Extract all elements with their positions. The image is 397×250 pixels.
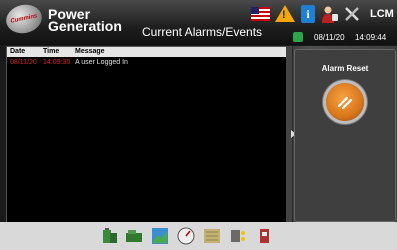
cummins-logo: Cummins — [3, 1, 45, 37]
column-time: Time — [43, 48, 60, 55]
map-icon[interactable] — [202, 226, 222, 246]
us-flag-icon[interactable] — [251, 7, 270, 21]
header-date: 08/11/20 — [314, 33, 345, 42]
row-date: 08/11/20 — [10, 59, 37, 66]
logo-text: Cummins — [10, 13, 38, 25]
info-icon[interactable]: i — [301, 5, 315, 23]
brand-name: Power Generation — [48, 7, 122, 34]
device-label: LCM — [370, 8, 394, 20]
side-panel: Alarm Reset — [286, 46, 397, 222]
warning-mark: ! — [282, 9, 286, 21]
row-message: A user Logged In — [75, 59, 128, 66]
event-log[interactable]: Date Time Message 08/11/20 14:09:30 A us… — [6, 46, 287, 224]
alarm-reset-panel: Alarm Reset — [294, 49, 396, 222]
generator-icon[interactable] — [124, 226, 144, 246]
switch-icon[interactable] — [254, 226, 274, 246]
header: Cummins Power Generation Current Alarms/… — [0, 0, 397, 45]
gauge-icon[interactable] — [176, 226, 196, 246]
status-icon — [293, 32, 303, 42]
page-title: Current Alarms/Events — [142, 25, 263, 39]
bottom-toolbar — [0, 222, 397, 250]
screen: Cummins Power Generation Current Alarms/… — [0, 0, 397, 250]
user-icon[interactable] — [321, 5, 339, 23]
reset-icon — [337, 96, 353, 110]
trend-chart-icon[interactable] — [150, 226, 170, 246]
column-date: Date — [10, 48, 26, 55]
tools-icon[interactable] — [343, 5, 361, 23]
brand-line-2: Generation — [48, 18, 122, 34]
alarm-reset-label: Alarm Reset — [321, 64, 369, 73]
battery-icon[interactable] — [100, 226, 120, 246]
io-icon[interactable] — [228, 226, 248, 246]
row-time: 14:09:30 — [43, 59, 71, 66]
alarm-reset-button[interactable] — [326, 83, 364, 121]
event-log-header: Date Time Message — [7, 47, 286, 57]
column-message: Message — [75, 48, 105, 55]
header-time: 14:09:44 — [355, 33, 387, 42]
